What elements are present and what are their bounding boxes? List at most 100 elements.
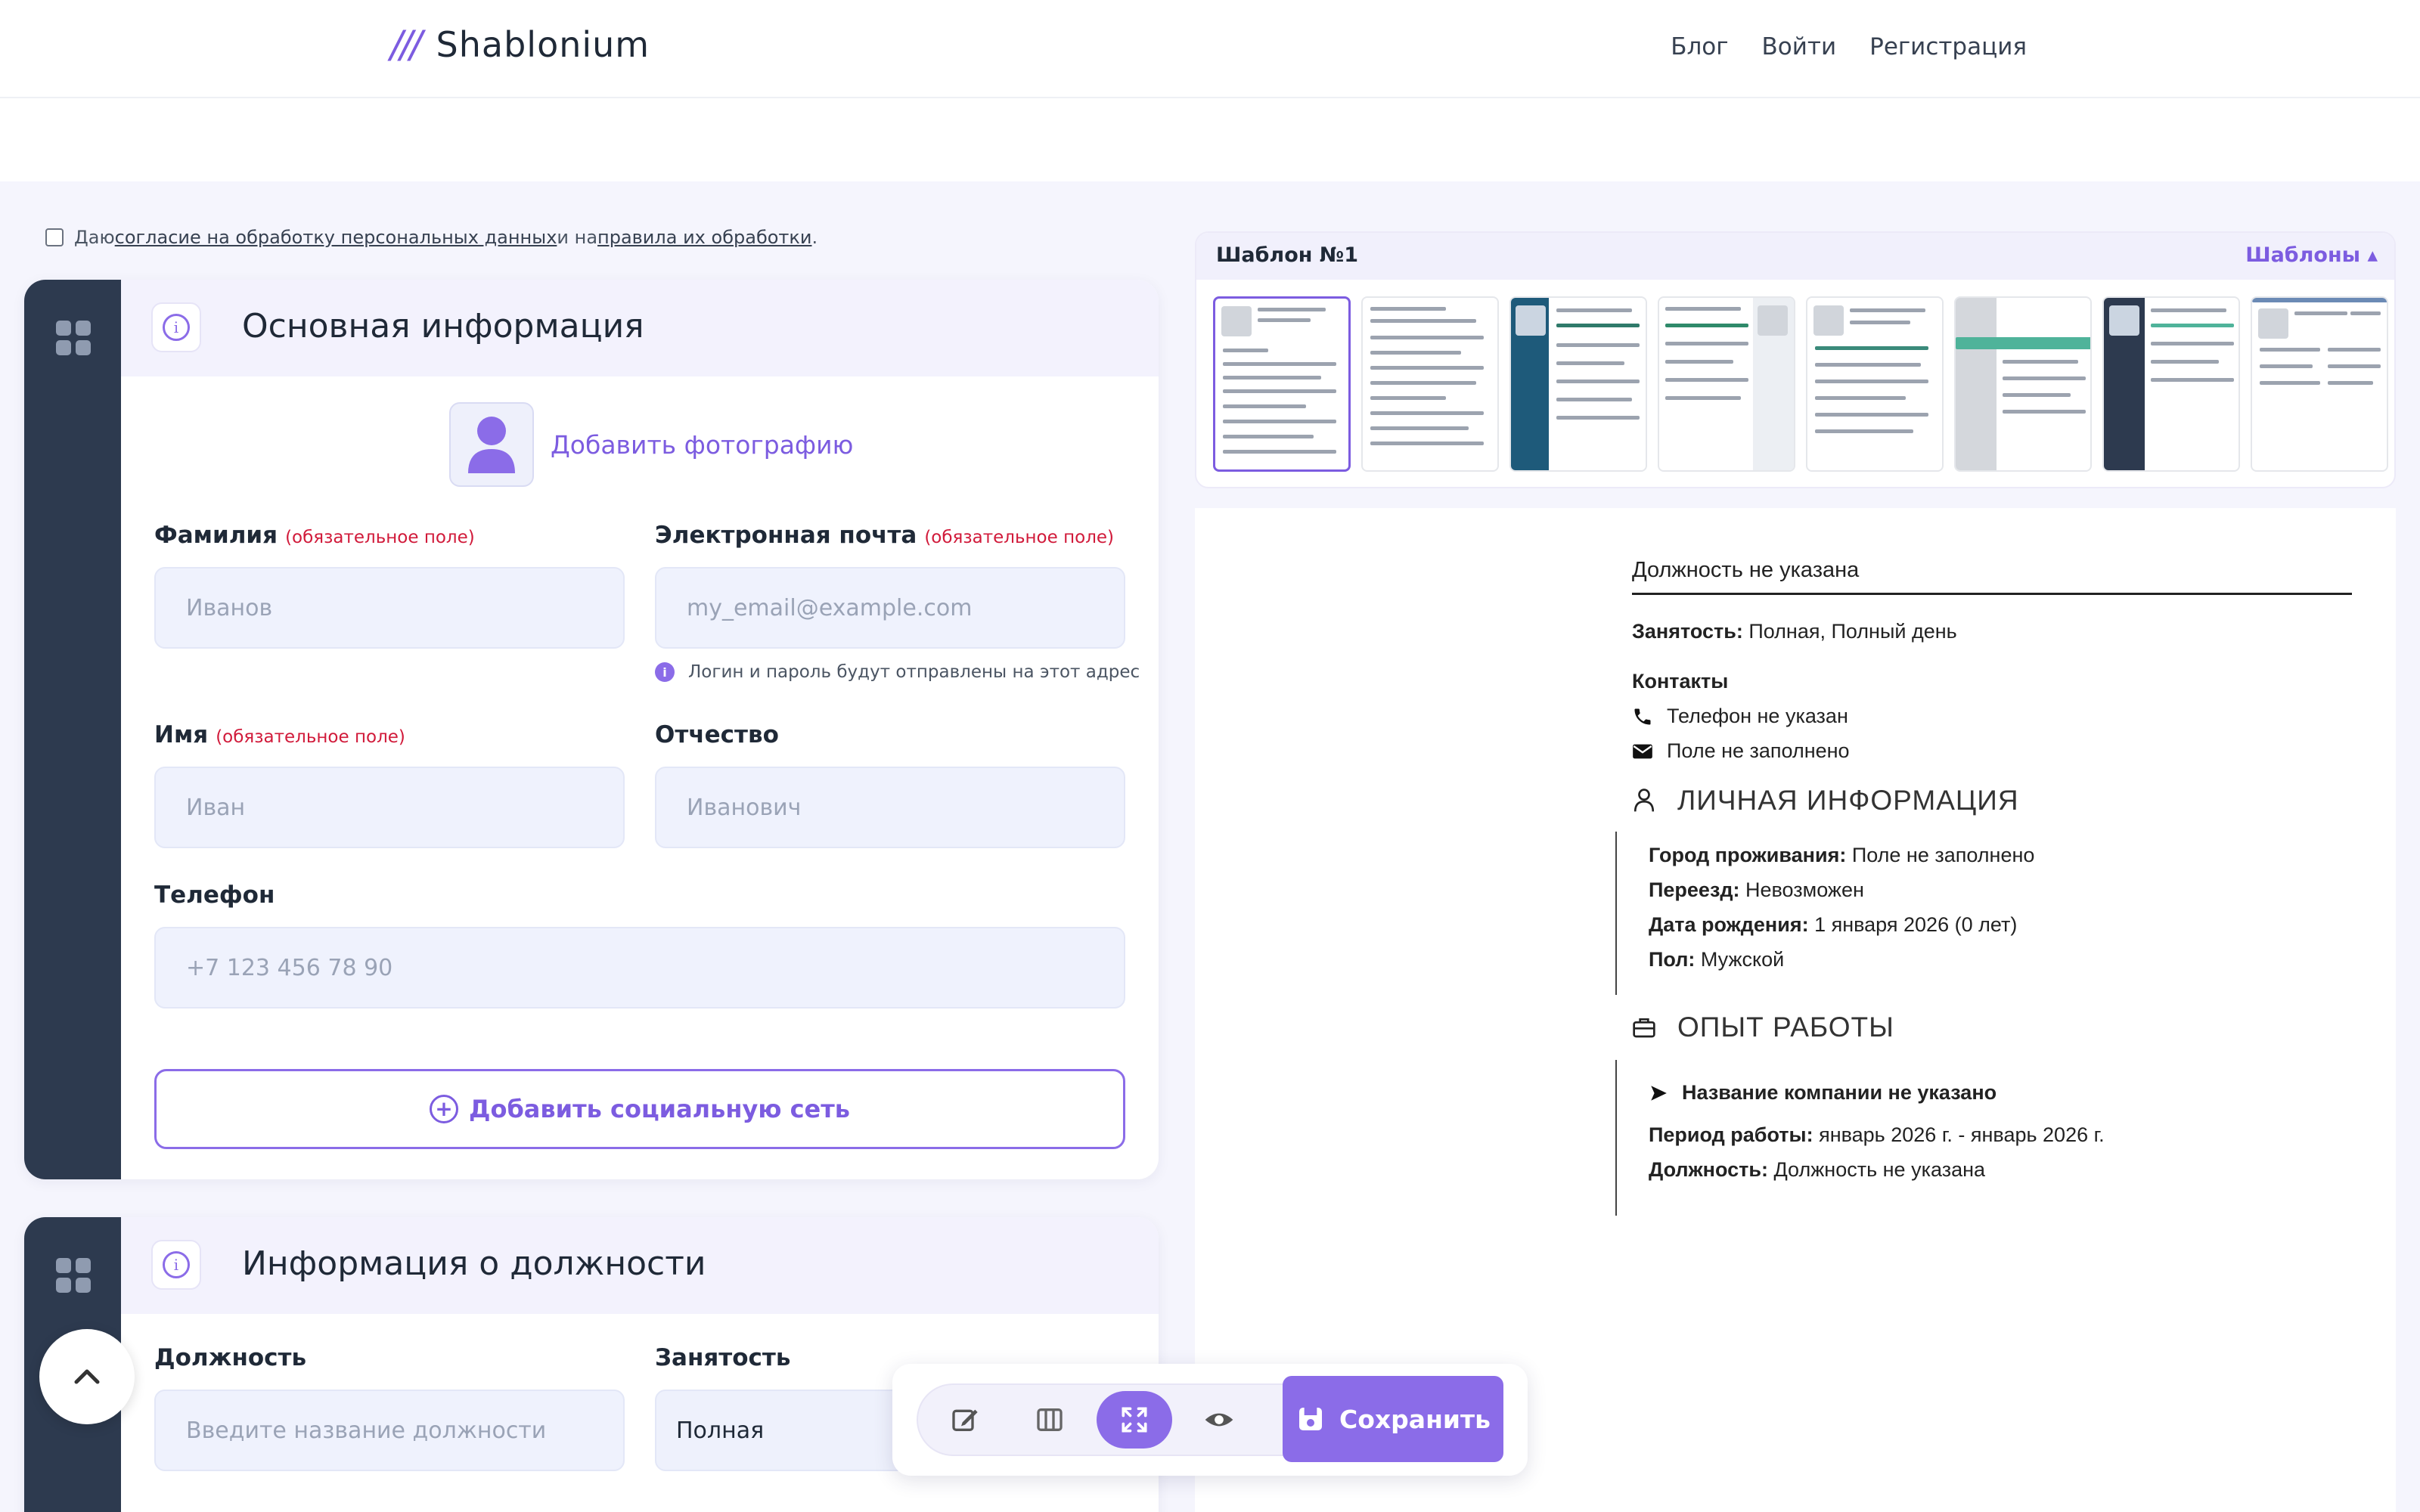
add-social-network-button[interactable]: + Добавить социальную сеть: [154, 1069, 1125, 1149]
personal-info-bar: [1615, 832, 1617, 995]
template-thumbnails: [1213, 296, 2388, 472]
consent-prefix: Даю: [74, 227, 115, 248]
email-hint: i Логин и пароль будут отправлены на это…: [655, 662, 1140, 682]
first-name-label: Имя (обязательное поле): [154, 721, 405, 748]
company-name: Название компании не указано: [1682, 1081, 1997, 1104]
top-nav: Блог Войти Регистрация: [1671, 33, 2027, 60]
patronymic-input[interactable]: Иванович: [655, 767, 1125, 848]
templates-toggle[interactable]: Шаблоны ▴: [2245, 243, 2378, 267]
email-label: Электронная почта (обязательное поле): [655, 522, 1114, 549]
edit-mode-button[interactable]: [927, 1391, 1003, 1448]
card-title: Основная информация: [242, 307, 644, 345]
templates-bar: [1196, 233, 2394, 280]
relocation-label: Переезд:: [1649, 878, 1740, 901]
phone-input[interactable]: +7 123 456 78 90: [154, 927, 1125, 1009]
editor-toolbar: Сохранить: [892, 1364, 1528, 1476]
employment-value: Полная, Полный день: [1742, 620, 1957, 643]
card-rail: [24, 280, 121, 1179]
experience-bar: [1615, 1060, 1617, 1216]
consent-middle: и на: [557, 227, 598, 248]
nav-login-link[interactable]: Войти: [1762, 33, 1837, 60]
first-name-input[interactable]: Иван: [154, 767, 625, 848]
last-name-label: Фамилия (обязательное поле): [154, 522, 475, 549]
last-name-input[interactable]: Иванов: [154, 567, 625, 649]
logo[interactable]: /// Shablonium: [390, 23, 650, 67]
required-note: (обязательное поле): [924, 528, 1115, 547]
template-thumbnail-6[interactable]: [1954, 296, 2092, 472]
contacts-title: Контакты: [1632, 670, 1728, 693]
save-label: Сохранить: [1339, 1404, 1491, 1434]
nav-register-link[interactable]: Регистрация: [1869, 33, 2027, 60]
template-thumbnail-5[interactable]: [1806, 296, 1944, 472]
edit-icon: [952, 1409, 978, 1431]
consent-rules-link[interactable]: правила их обработки: [597, 227, 811, 248]
personal-info-title: ЛИЧНАЯ ИНФОРМАЦИЯ: [1677, 785, 2019, 816]
info-dot-icon: i: [655, 662, 675, 682]
site-header: /// Shablonium Блог Войти Регистрация: [0, 0, 2420, 98]
nav-blog-link[interactable]: Блог: [1671, 33, 1728, 60]
city-label: Город проживания:: [1649, 844, 1847, 866]
template-thumbnail-4[interactable]: [1658, 296, 1795, 472]
logo-text: Shablonium: [436, 24, 650, 65]
contacts-title-text: Контакты: [1632, 670, 1729, 692]
resume-employment: Занятость: Полная, Полный день: [1632, 620, 1957, 643]
template-thumbnail-8[interactable]: [2251, 296, 2388, 472]
info-icon[interactable]: i: [151, 302, 201, 352]
period-label: Период работы:: [1649, 1123, 1813, 1146]
email-input[interactable]: my_email@example.com: [655, 567, 1125, 649]
resume-phone-text: Телефон не указан: [1667, 705, 1848, 727]
city-value: Поле не заполнено: [1846, 844, 2035, 866]
phone-label: Телефон: [154, 881, 275, 909]
consent-suffix: .: [811, 227, 818, 248]
birth-label: Дата рождения:: [1649, 913, 1809, 936]
patronymic-label: Отчество: [655, 721, 779, 748]
birth-value: 1 января 2026 (0 лет): [1808, 913, 2018, 936]
card-header: i Основная информация: [121, 280, 1159, 376]
template-thumbnail-2[interactable]: [1361, 296, 1499, 472]
personal-info-heading: ЛИЧНАЯ ИНФОРМАЦИЯ: [1632, 785, 2019, 816]
plus-circle-icon: +: [429, 1095, 458, 1123]
job-value: Должность не указана: [1767, 1158, 1986, 1181]
save-button[interactable]: Сохранить: [1283, 1376, 1503, 1462]
add-photo-button[interactable]: Добавить фотографию: [449, 402, 853, 487]
chevron-up-icon: [74, 1369, 100, 1384]
phone-icon: [1634, 708, 1651, 724]
drag-grid-icon[interactable]: [56, 1258, 91, 1293]
current-template-name: Шаблон №1: [1216, 243, 1359, 267]
preview-button[interactable]: [1181, 1391, 1257, 1448]
person-icon: [1634, 789, 1655, 812]
templates-panel: Шаблон №1 Шаблоны ▴: [1195, 231, 2396, 488]
position-input[interactable]: Введите название должности: [154, 1390, 625, 1471]
card-header: i Информация о должности: [121, 1217, 1159, 1314]
consent-personal-data-link[interactable]: согласие на обработку персональных данны…: [115, 227, 557, 248]
logo-mark: ///: [390, 23, 423, 67]
eye-icon: [1205, 1413, 1233, 1427]
template-thumbnail-1[interactable]: [1213, 296, 1351, 472]
info-icon[interactable]: i: [151, 1240, 201, 1290]
period-value: январь 2026 г. - январь 2026 г.: [1813, 1123, 2105, 1146]
fullscreen-button[interactable]: [1097, 1391, 1172, 1448]
first-name-label-text: Имя: [154, 721, 209, 748]
resume-gender: Пол: Мужской: [1649, 948, 1784, 971]
consent-checkbox[interactable]: [45, 228, 64, 246]
resume-city: Город проживания: Поле не заполнено: [1649, 844, 2034, 867]
job-label: Должность:: [1649, 1158, 1768, 1181]
drag-grid-icon[interactable]: [56, 321, 91, 355]
resume-work-period: Период работы: январь 2026 г. - январь 2…: [1649, 1123, 2105, 1147]
template-thumbnail-3[interactable]: [1509, 296, 1647, 472]
expand-icon: [1122, 1407, 1147, 1433]
add-social-label: Добавить социальную сеть: [468, 1095, 851, 1123]
required-note: (обязательное поле): [285, 528, 475, 547]
experience-heading: ОПЫТ РАБОТЫ: [1632, 1012, 1894, 1043]
split-view-button[interactable]: [1012, 1391, 1087, 1448]
resume-position: Должность не указана: [1632, 558, 1860, 582]
resume-relocation: Переезд: Невозможен: [1649, 878, 1864, 902]
resume-email: Поле не заполнено: [1632, 739, 1850, 763]
add-photo-label: Добавить фотографию: [551, 429, 854, 460]
employment-label: Занятость: [655, 1344, 791, 1371]
split-view-icon: [1037, 1408, 1063, 1431]
template-thumbnail-7[interactable]: [2102, 296, 2240, 472]
position-label: Должность: [154, 1344, 307, 1371]
required-note: (обязательное поле): [216, 727, 405, 747]
scroll-top-button[interactable]: [39, 1329, 135, 1424]
